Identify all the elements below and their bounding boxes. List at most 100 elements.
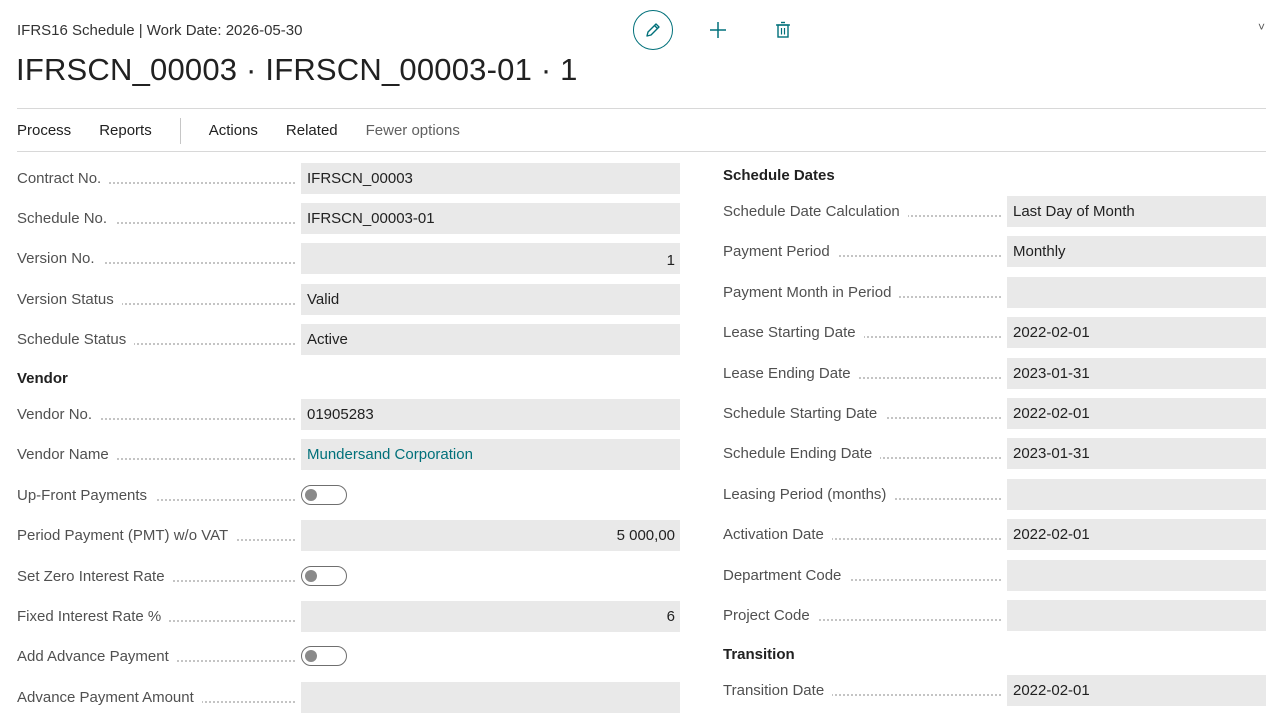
- field-label: Activation Date: [723, 526, 832, 543]
- menu-related[interactable]: Related: [286, 122, 338, 139]
- activation-date-input[interactable]: 2022-02-01: [1007, 519, 1266, 550]
- menu-process[interactable]: Process: [17, 122, 71, 139]
- field-label: Transition Date: [723, 682, 833, 699]
- page-caption: IFRS16 Schedule | Work Date: 2026-05-30: [17, 22, 303, 39]
- field-label: Lease Starting Date: [723, 324, 864, 341]
- payment-month-input[interactable]: [1007, 277, 1266, 308]
- add-advance-toggle[interactable]: [301, 646, 347, 666]
- field-payment-period: Payment Period Monthly: [723, 236, 1266, 267]
- toggle-knob: [305, 489, 317, 501]
- field-label: Contract No.: [17, 170, 110, 187]
- pencil-icon: [646, 23, 660, 37]
- schedule-end-input[interactable]: 2023-01-31: [1007, 438, 1266, 469]
- menu-actions[interactable]: Actions: [209, 122, 258, 139]
- leasing-period-input[interactable]: [1007, 479, 1266, 510]
- field-label: Leasing Period (months): [723, 486, 895, 503]
- field-label: Advance Payment Amount: [17, 689, 202, 706]
- field-lease-start: Lease Starting Date 2022-02-01: [723, 317, 1266, 348]
- chevron-down-icon[interactable]: ˅: [1258, 20, 1265, 34]
- menu-divider: [17, 151, 1266, 152]
- field-department-code: Department Code: [723, 560, 1266, 591]
- schedule-status-input[interactable]: Active: [301, 324, 680, 355]
- field-label: Schedule Starting Date: [723, 405, 886, 422]
- field-payment-month: Payment Month in Period: [723, 277, 1266, 308]
- action-menu: Process Reports Actions Related Fewer op…: [17, 110, 488, 151]
- zero-interest-toggle[interactable]: [301, 566, 347, 586]
- page-toolbar: [633, 10, 803, 50]
- field-label: Fixed Interest Rate %: [17, 608, 170, 625]
- field-project-code: Project Code: [723, 600, 1266, 631]
- field-label: Schedule Ending Date: [723, 445, 881, 462]
- field-lease-end: Lease Ending Date 2023-01-31: [723, 358, 1266, 389]
- field-label: Schedule Date Calculation: [723, 203, 908, 220]
- field-label: Schedule Status: [17, 331, 135, 348]
- field-vendor-no: Vendor No. 01905283: [17, 399, 680, 430]
- version-no-input[interactable]: 1: [301, 243, 680, 274]
- contract-no-input[interactable]: IFRSCN_00003: [301, 163, 680, 194]
- payment-period-input[interactable]: Monthly: [1007, 236, 1266, 267]
- lease-end-input[interactable]: 2023-01-31: [1007, 358, 1266, 389]
- field-fixed-interest: Fixed Interest Rate % 6: [17, 601, 680, 632]
- period-payment-input[interactable]: 5 000,00: [301, 520, 680, 551]
- lease-start-input[interactable]: 2022-02-01: [1007, 317, 1266, 348]
- field-period-payment: Period Payment (PMT) w/o VAT 5 000,00: [17, 520, 680, 551]
- field-activation-date: Activation Date 2022-02-01: [723, 519, 1266, 550]
- field-zero-interest: Set Zero Interest Rate: [17, 561, 347, 592]
- header-divider: [17, 108, 1266, 109]
- field-label: Payment Month in Period: [723, 284, 900, 301]
- toggle-knob: [305, 650, 317, 662]
- edit-button[interactable]: [633, 10, 673, 50]
- field-label: Department Code: [723, 567, 850, 584]
- field-label: Add Advance Payment: [17, 648, 177, 665]
- field-schedule-status: Schedule Status Active: [17, 324, 680, 355]
- menu-separator: [179, 117, 181, 144]
- advance-amount-input[interactable]: [301, 682, 680, 713]
- field-label: Set Zero Interest Rate: [17, 568, 173, 585]
- menu-fewer-options[interactable]: Fewer options: [366, 122, 460, 139]
- menu-reports[interactable]: Reports: [99, 122, 152, 139]
- department-code-input[interactable]: [1007, 560, 1266, 591]
- field-date-calc: Schedule Date Calculation Last Day of Mo…: [723, 196, 1266, 227]
- field-schedule-end: Schedule Ending Date 2023-01-31: [723, 438, 1266, 469]
- field-transition-date: Transition Date 2022-02-01: [723, 675, 1266, 706]
- field-label: Lease Ending Date: [723, 365, 859, 382]
- upfront-payments-toggle[interactable]: [301, 485, 347, 505]
- version-status-input[interactable]: Valid: [301, 284, 680, 315]
- field-label: Period Payment (PMT) w/o VAT: [17, 527, 237, 544]
- field-label: Project Code: [723, 607, 818, 624]
- section-vendor[interactable]: Vendor: [17, 370, 68, 387]
- field-label: Vendor Name: [17, 446, 117, 463]
- schedule-no-input[interactable]: IFRSCN_00003-01: [301, 203, 680, 234]
- new-button[interactable]: [698, 10, 738, 50]
- transition-date-input[interactable]: 2022-02-01: [1007, 675, 1266, 706]
- field-add-advance: Add Advance Payment: [17, 641, 347, 672]
- field-advance-amount: Advance Payment Amount: [17, 682, 680, 713]
- date-calc-input[interactable]: Last Day of Month: [1007, 196, 1266, 227]
- project-code-input[interactable]: [1007, 600, 1266, 631]
- field-upfront-payments: Up-Front Payments: [17, 480, 347, 511]
- field-label: Schedule No.: [17, 210, 116, 227]
- schedule-start-input[interactable]: 2022-02-01: [1007, 398, 1266, 429]
- field-leasing-period: Leasing Period (months): [723, 479, 1266, 510]
- field-vendor-name: Vendor Name Mundersand Corporation: [17, 439, 680, 470]
- field-label: Version Status: [17, 291, 122, 308]
- field-label: Payment Period: [723, 243, 838, 260]
- vendor-no-input[interactable]: 01905283: [301, 399, 680, 430]
- page-title: IFRSCN_00003 · IFRSCN_00003-01 · 1: [16, 52, 578, 87]
- field-label: Vendor No.: [17, 406, 101, 423]
- field-schedule-start: Schedule Starting Date 2022-02-01: [723, 398, 1266, 429]
- plus-icon: [710, 22, 726, 38]
- section-schedule-dates[interactable]: Schedule Dates: [723, 167, 835, 184]
- field-label: Version No.: [17, 250, 103, 267]
- field-schedule-no: Schedule No. IFRSCN_00003-01: [17, 203, 680, 234]
- field-version-status: Version Status Valid: [17, 284, 680, 315]
- section-transition[interactable]: Transition: [723, 646, 795, 663]
- fixed-interest-input[interactable]: 6: [301, 601, 680, 632]
- field-label: Up-Front Payments: [17, 487, 156, 504]
- vendor-name-link[interactable]: Mundersand Corporation: [301, 439, 680, 470]
- field-contract-no: Contract No. IFRSCN_00003: [17, 163, 680, 194]
- delete-button[interactable]: [763, 10, 803, 50]
- field-version-no: Version No. 1: [17, 243, 680, 274]
- trash-icon: [776, 21, 790, 38]
- toggle-knob: [305, 570, 317, 582]
